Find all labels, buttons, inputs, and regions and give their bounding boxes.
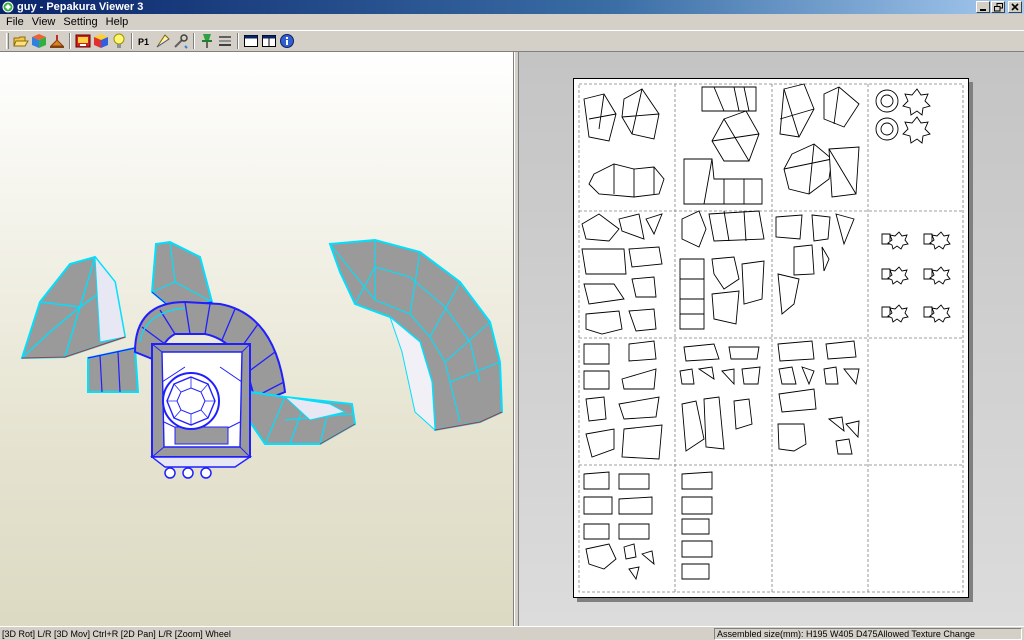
status-bar: [3D Rot] L/R [3D Mov] Ctrl+R [2D Pan] L/… [0,626,1024,640]
paper-sheet [573,78,969,598]
pepakura-icon[interactable] [2,1,14,13]
info-icon[interactable] [278,33,295,50]
page-number-label: P1 [138,37,149,47]
menu-setting[interactable]: Setting [59,14,101,30]
window-split-icon[interactable] [260,33,277,50]
toolbar-separator [69,33,71,49]
texture-icon[interactable] [74,33,91,50]
2d-unfold-view[interactable] [519,52,1024,626]
mesh-part-bolts [164,467,212,479]
mesh-part-right-curve [328,238,504,432]
print-icon[interactable] [48,33,65,50]
window-title: guy - Pepakura Viewer 3 [17,1,144,13]
title-bar: guy - Pepakura Viewer 3 [0,0,1024,14]
toolbar-separator [193,33,195,49]
minimize-icon[interactable] [976,1,990,13]
close-icon[interactable] [1008,1,1022,13]
menu-view[interactable]: View [28,14,60,30]
toolbar-grip[interactable] [6,33,9,49]
maximize-icon[interactable] [991,1,1005,13]
unfold-parts [581,83,951,581]
tools-icon[interactable] [172,33,189,50]
toolbar-separator [237,33,239,49]
pin-icon[interactable] [198,33,215,50]
open-folder-icon[interactable] [12,33,29,50]
mesh-part-tall-piece [150,240,214,309]
status-controls-hint: [3D Rot] L/R [3D Mov] Ctrl+R [2D Pan] L/… [2,629,231,639]
toolbar: P1 [0,30,1024,52]
page-grid [578,83,964,593]
mesh-part-central-gem [162,372,220,430]
menu-bar: File View Setting Help [0,14,1024,30]
layers-icon[interactable] [216,33,233,50]
menu-file[interactable]: File [2,14,28,30]
pepakura-viewer-window: guy - Pepakura Viewer 3 File View Settin… [0,0,1024,640]
mesh-part-left-flap [20,255,127,360]
small-gear-group [881,231,951,323]
lightbulb-icon[interactable] [110,33,127,50]
mesh-part-left-arm [87,346,140,393]
fold-line-icon[interactable] [154,33,171,50]
window-single-icon[interactable] [242,33,259,50]
page-number-icon[interactable]: P1 [136,33,153,50]
status-assembled-size: Assembled size(mm): H195 W405 D475Allowe… [714,628,1022,640]
cube-3d-icon[interactable] [30,33,47,50]
window-controls [975,1,1022,13]
mesh-part-right-arm [249,390,357,445]
menu-help[interactable]: Help [102,14,133,30]
colored-cube-icon[interactable] [92,33,109,50]
toolbar-separator [131,33,133,49]
3d-model-view[interactable] [0,52,514,626]
